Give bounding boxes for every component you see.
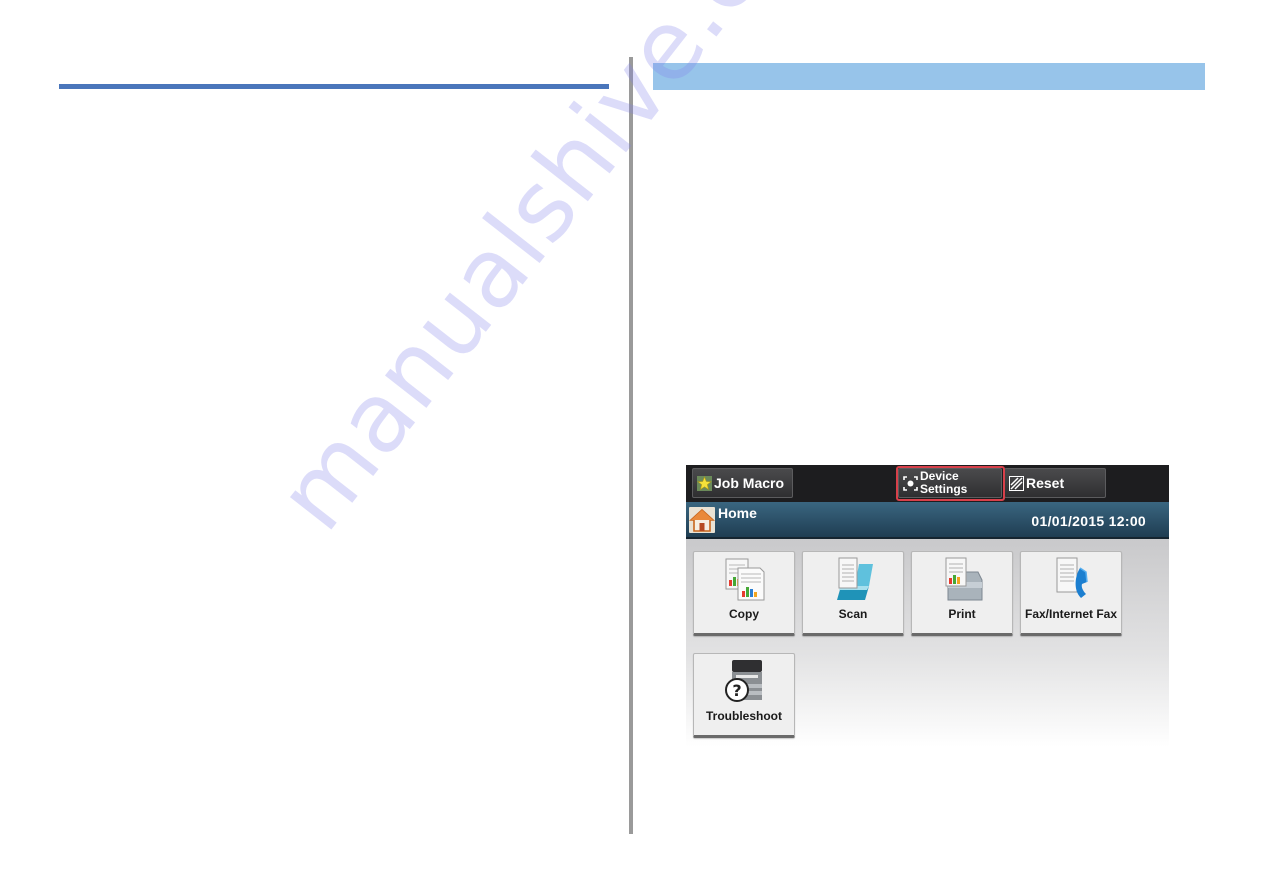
svg-text:?: ? bbox=[732, 681, 741, 700]
home-icon bbox=[688, 507, 716, 538]
job-macro-button[interactable]: Job Macro bbox=[692, 468, 793, 498]
scan-tile[interactable]: Scan bbox=[802, 551, 904, 636]
scan-icon bbox=[803, 556, 903, 604]
reset-icon bbox=[1009, 475, 1024, 491]
fax-tile[interactable]: Fax/Internet Fax bbox=[1020, 551, 1122, 636]
print-icon bbox=[912, 556, 1012, 604]
column-divider bbox=[629, 57, 633, 834]
star-icon bbox=[697, 475, 712, 491]
troubleshoot-tile[interactable]: ? Troubleshoot bbox=[693, 653, 795, 738]
troubleshoot-label: Troubleshoot bbox=[706, 709, 782, 723]
reset-label: Reset bbox=[1026, 475, 1065, 491]
device-settings-highlight bbox=[896, 466, 1005, 501]
fax-label: Fax/Internet Fax bbox=[1024, 607, 1118, 621]
troubleshoot-icon: ? bbox=[694, 658, 794, 706]
scan-label: Scan bbox=[838, 607, 868, 621]
fax-icon bbox=[1021, 556, 1121, 604]
home-header: Home 01/01/2015 12:00 bbox=[686, 502, 1169, 539]
home-title: Home bbox=[718, 505, 757, 521]
reset-button[interactable]: Reset bbox=[1004, 468, 1106, 498]
print-tile[interactable]: Print bbox=[911, 551, 1013, 636]
heading-rule bbox=[59, 84, 609, 89]
section-heading-band bbox=[653, 63, 1205, 90]
job-macro-label: Job Macro bbox=[714, 475, 785, 491]
copy-icon bbox=[694, 556, 794, 604]
device-control-panel: Job Macro Device Settings Reset Home 01/… bbox=[686, 465, 1169, 747]
top-toolbar: Job Macro Device Settings Reset bbox=[686, 465, 1169, 502]
function-menu: Copy Scan Print Fax/Internet Fax ? Troub… bbox=[686, 539, 1169, 747]
date-time: 01/01/2015 12:00 bbox=[1031, 513, 1146, 529]
copy-label: Copy bbox=[729, 607, 759, 621]
print-label: Print bbox=[948, 607, 976, 621]
copy-tile[interactable]: Copy bbox=[693, 551, 795, 636]
